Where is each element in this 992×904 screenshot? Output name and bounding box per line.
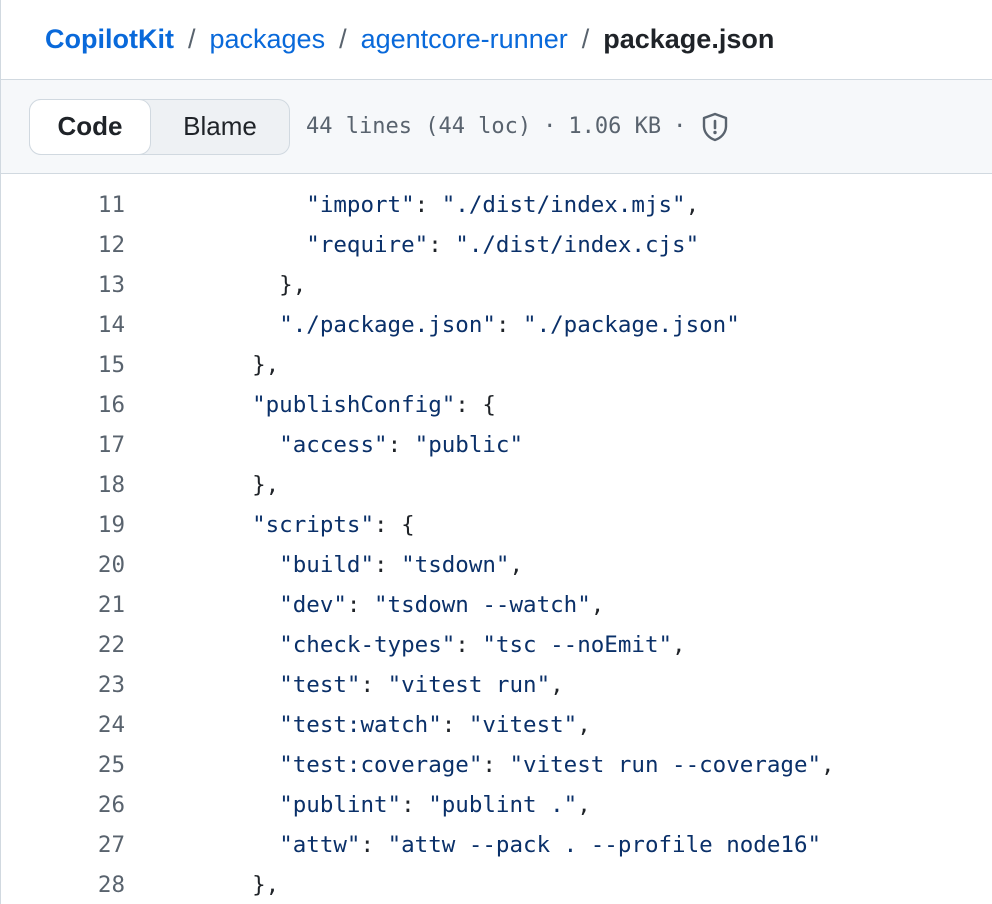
code-text: }, (225, 472, 280, 498)
code-line: 26 "publint": "publint .", (1, 785, 992, 825)
line-number[interactable]: 19 (1, 512, 125, 538)
code-line: 17 "access": "public" (1, 425, 992, 465)
code-line: 22 "check-types": "tsc --noEmit", (1, 625, 992, 665)
code-line: 16 "publishConfig": { (1, 385, 992, 425)
view-mode-toggle: Code Blame (29, 98, 290, 155)
line-number[interactable]: 25 (1, 752, 125, 778)
shield-icon[interactable] (700, 111, 730, 143)
code-text: "test": "vitest run", (279, 672, 564, 698)
line-number[interactable]: 26 (1, 792, 125, 818)
code-line: 21 "dev": "tsdown --watch", (1, 585, 992, 625)
code-line: 13 }, (1, 265, 992, 305)
line-number[interactable]: 21 (1, 592, 125, 618)
line-number[interactable]: 11 (1, 192, 125, 218)
code-line: 12 "require": "./dist/index.cjs" (1, 225, 992, 265)
breadcrumb-separator: / (581, 24, 590, 54)
breadcrumb-packages-link[interactable]: packages (209, 24, 325, 55)
breadcrumb-repo-link[interactable]: CopilotKit (45, 24, 174, 55)
code-text: "require": "./dist/index.cjs" (306, 232, 700, 258)
code-line: 25 "test:coverage": "vitest run --covera… (1, 745, 992, 785)
meta-separator: · (673, 114, 687, 139)
code-text: "publint": "publint .", (279, 792, 591, 818)
code-line: 15 }, (1, 345, 992, 385)
code-line: 11 "import": "./dist/index.mjs", (1, 185, 992, 225)
code-text: }, (225, 352, 280, 378)
code-line: 23 "test": "vitest run", (1, 665, 992, 705)
line-number[interactable]: 28 (1, 872, 125, 898)
code-line: 24 "test:watch": "vitest", (1, 705, 992, 745)
code-text: "build": "tsdown", (279, 552, 524, 578)
code-text: "test:coverage": "vitest run --coverage"… (279, 752, 835, 778)
breadcrumb-agentcore-runner-link[interactable]: agentcore-runner (361, 24, 568, 55)
breadcrumb-separator: / (339, 24, 347, 54)
breadcrumb-separator: / (187, 24, 196, 54)
line-number[interactable]: 17 (1, 432, 125, 458)
code-line: 18 }, (1, 465, 992, 505)
code-line: 27 "attw": "attw --pack . --profile node… (1, 825, 992, 865)
code-text: "scripts": { (252, 512, 415, 538)
line-number[interactable]: 15 (1, 352, 125, 378)
breadcrumb: CopilotKit / packages / agentcore-runner… (1, 0, 992, 80)
code-text: }, (225, 872, 280, 898)
line-number[interactable]: 18 (1, 472, 125, 498)
code-view-button[interactable]: Code (29, 98, 151, 155)
code-viewer: 11 "import": "./dist/index.mjs", 12 "requ… (1, 174, 992, 904)
code-text: "test:watch": "vitest", (279, 712, 591, 738)
blame-view-button[interactable]: Blame (151, 100, 289, 154)
line-number[interactable]: 14 (1, 312, 125, 338)
line-number[interactable]: 16 (1, 392, 125, 418)
code-text: "check-types": "tsc --noEmit", (279, 632, 686, 658)
line-number[interactable]: 27 (1, 832, 125, 858)
code-text: "attw": "attw --pack . --profile node16" (279, 832, 822, 858)
meta-separator: · (543, 114, 557, 139)
code-text: "./package.json": "./package.json" (279, 312, 740, 338)
code-text: "dev": "tsdown --watch", (279, 592, 605, 618)
line-number[interactable]: 13 (1, 272, 125, 298)
line-number[interactable]: 23 (1, 672, 125, 698)
code-text: }, (225, 272, 307, 298)
code-text: "import": "./dist/index.mjs", (306, 192, 700, 218)
current-file-name: package.json (603, 24, 775, 54)
code-line: 14 "./package.json": "./package.json" (1, 305, 992, 345)
code-line: 28 }, (1, 865, 992, 904)
code-line: 19 "scripts": { (1, 505, 992, 545)
code-text: "publishConfig": { (252, 392, 496, 418)
code-text: "access": "public" (279, 432, 524, 458)
code-line: 20 "build": "tsdown", (1, 545, 992, 585)
file-info: 44 lines (44 loc) · 1.06 KB · (306, 111, 730, 143)
file-toolbar: Code Blame 44 lines (44 loc) · 1.06 KB · (1, 80, 992, 174)
line-number[interactable]: 12 (1, 232, 125, 258)
line-number[interactable]: 20 (1, 552, 125, 578)
file-size: 1.06 KB (568, 114, 662, 139)
file-view: CopilotKit / packages / agentcore-runner… (0, 0, 992, 904)
line-number[interactable]: 24 (1, 712, 125, 738)
line-number[interactable]: 22 (1, 632, 125, 658)
line-count: 44 lines (44 loc) (306, 114, 532, 139)
